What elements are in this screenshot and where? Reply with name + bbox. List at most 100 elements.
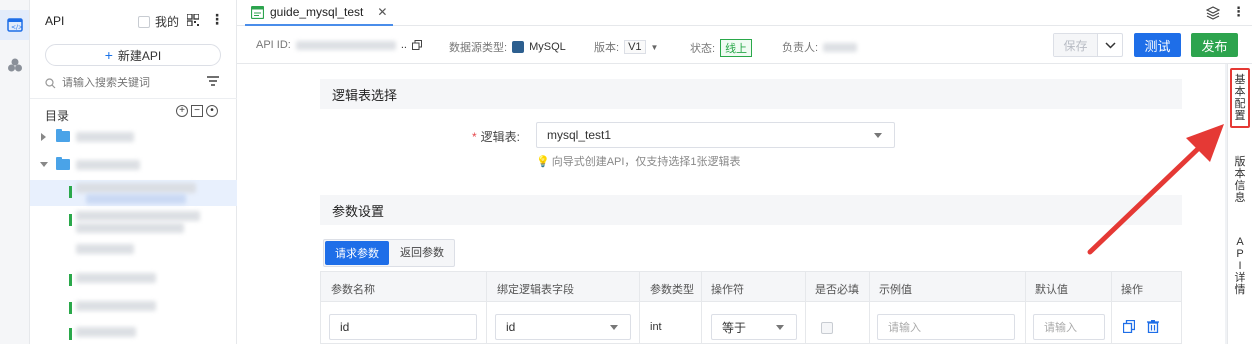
filter-icon[interactable] [207,76,219,86]
save-dropdown[interactable] [1098,34,1122,56]
caret-down-icon[interactable] [40,162,48,167]
redacted-api-name [76,223,184,233]
caret-right-icon[interactable] [41,133,46,141]
version-label: 版本: [594,42,620,54]
param-name-input[interactable]: id [329,314,477,340]
tree-item[interactable] [30,208,237,234]
lightbulb-icon: 💡 [536,155,550,168]
datasource-value: MySQL [529,41,566,53]
version-select[interactable]: V1 [624,40,646,54]
trash-icon[interactable] [1147,320,1159,333]
search-input[interactable] [62,77,192,89]
th-bound-field: 绑定逻辑表字段 [497,284,574,296]
param-tabs: 请求参数 返回参数 [323,239,455,267]
th-default: 默认值 [1035,284,1068,296]
online-marker [69,214,72,226]
save-button[interactable]: 保存 [1054,34,1098,56]
th-param-type: 参数类型 [650,284,694,296]
tree-item[interactable] [30,296,237,322]
mine-checkbox[interactable] [138,15,150,28]
column-divider [1111,272,1112,344]
side-tab-char: 本 [1234,86,1246,98]
tab-guide-mysql-test[interactable]: guide_mysql_test ✕ [245,0,394,26]
close-icon[interactable]: ✕ [377,5,387,19]
column-divider [1025,272,1026,344]
redacted-api-name [76,301,156,311]
operator-select[interactable]: 等于 [711,314,797,340]
tree-folder[interactable] [30,152,237,178]
th-actions: 操作 [1121,284,1143,296]
datasource-label: 数据源类型: [449,42,508,54]
locate-icon[interactable]: • [206,105,218,117]
copy-icon[interactable] [411,40,422,50]
layers-icon[interactable] [1206,6,1220,20]
side-tab-char: 息 [1234,192,1246,204]
th-required: 是否必填 [815,284,859,296]
new-api-button[interactable]: + 新建API [45,44,221,66]
config-content: 逻辑表选择 * 逻辑表: mysql_test1 💡 向导式创建API，仅支持选择… [237,64,1227,344]
status-label: 状态: [690,43,716,55]
qrcode-icon[interactable] [187,14,199,26]
side-tab-char: 置 [1234,110,1246,122]
add-circle-icon[interactable]: + [176,105,188,117]
side-tab-char: 情 [1234,284,1246,296]
default-input[interactable]: 请输入 [1033,314,1105,340]
more-vertical-icon[interactable]: ⋮ [210,12,224,26]
caret-down-icon [874,133,882,138]
test-button[interactable]: 测试 [1134,33,1181,57]
side-tab-api-details[interactable]: A P I 详 情 [1230,236,1250,296]
side-tab-char: 详 [1234,272,1246,284]
plus-icon: + [104,47,113,63]
config-card: 逻辑表选择 * 逻辑表: mysql_test1 💡 向导式创建API，仅支持选择… [237,64,1225,344]
required-checkbox[interactable] [821,322,833,334]
tab-label: guide_mysql_test [270,5,364,19]
th-operator: 操作符 [711,284,744,296]
tree-item[interactable] [30,268,237,294]
redacted-folder-name [76,132,134,142]
svg-text:</>: </> [11,24,23,31]
tree-folder[interactable] [30,124,237,150]
cluster-nav-item[interactable] [0,50,29,80]
mine-label: 我的 [155,15,180,29]
redacted-api-id [295,40,396,50]
collapse-all-icon[interactable]: − [191,105,203,117]
example-input[interactable]: 请输入 [877,314,1015,340]
folder-icon [56,157,70,170]
redacted-api-name [76,244,134,254]
th-param-name: 参数名称 [331,284,375,296]
tab-response-params[interactable]: 返回参数 [390,240,454,264]
tree-item-selected[interactable] [30,180,237,206]
more-vertical-icon[interactable]: ⋮ [1232,4,1245,20]
bound-field-select[interactable]: id [495,314,631,340]
owner-info: 负责人: [782,39,858,55]
folder-icon [56,129,70,142]
tree-item[interactable] [30,322,237,344]
cluster-icon [7,58,22,72]
side-tab-version-info[interactable]: 版 本 信 息 [1230,156,1250,204]
logic-table-select[interactable]: mysql_test1 [536,122,895,148]
sidebar-header: API 我的 ⋮ [30,0,237,40]
directory-actions: + − • [176,105,218,117]
copy-icon[interactable] [1123,320,1135,333]
param-name-value: id [340,320,350,334]
hint-text: 向导式创建API，仅支持选择1张逻辑表 [551,156,741,168]
chevron-down-icon[interactable]: ▼ [651,43,659,52]
sidebar-divider [30,98,237,99]
api-nav-item[interactable]: </> [0,10,29,40]
mine-filter[interactable]: 我的 [138,13,179,30]
default-placeholder: 请输入 [1044,322,1077,334]
publish-button[interactable]: 发布 [1191,33,1238,57]
example-placeholder: 请输入 [888,322,921,334]
logic-table-value: mysql_test1 [547,128,612,142]
side-tab-basic-config[interactable]: 基 本 配 置 [1230,68,1250,128]
online-marker [69,328,72,340]
tab-request-params[interactable]: 请求参数 [325,241,389,265]
logic-table-hint: 💡 向导式创建API，仅支持选择1张逻辑表 [536,153,741,169]
bound-field-value: id [506,320,516,334]
param-type-value: int [650,321,662,333]
search-icon [45,77,56,88]
side-tab-char: P [1236,248,1244,260]
tree-item[interactable] [30,240,237,266]
online-marker [69,186,72,198]
chevron-down-icon [1104,41,1116,49]
